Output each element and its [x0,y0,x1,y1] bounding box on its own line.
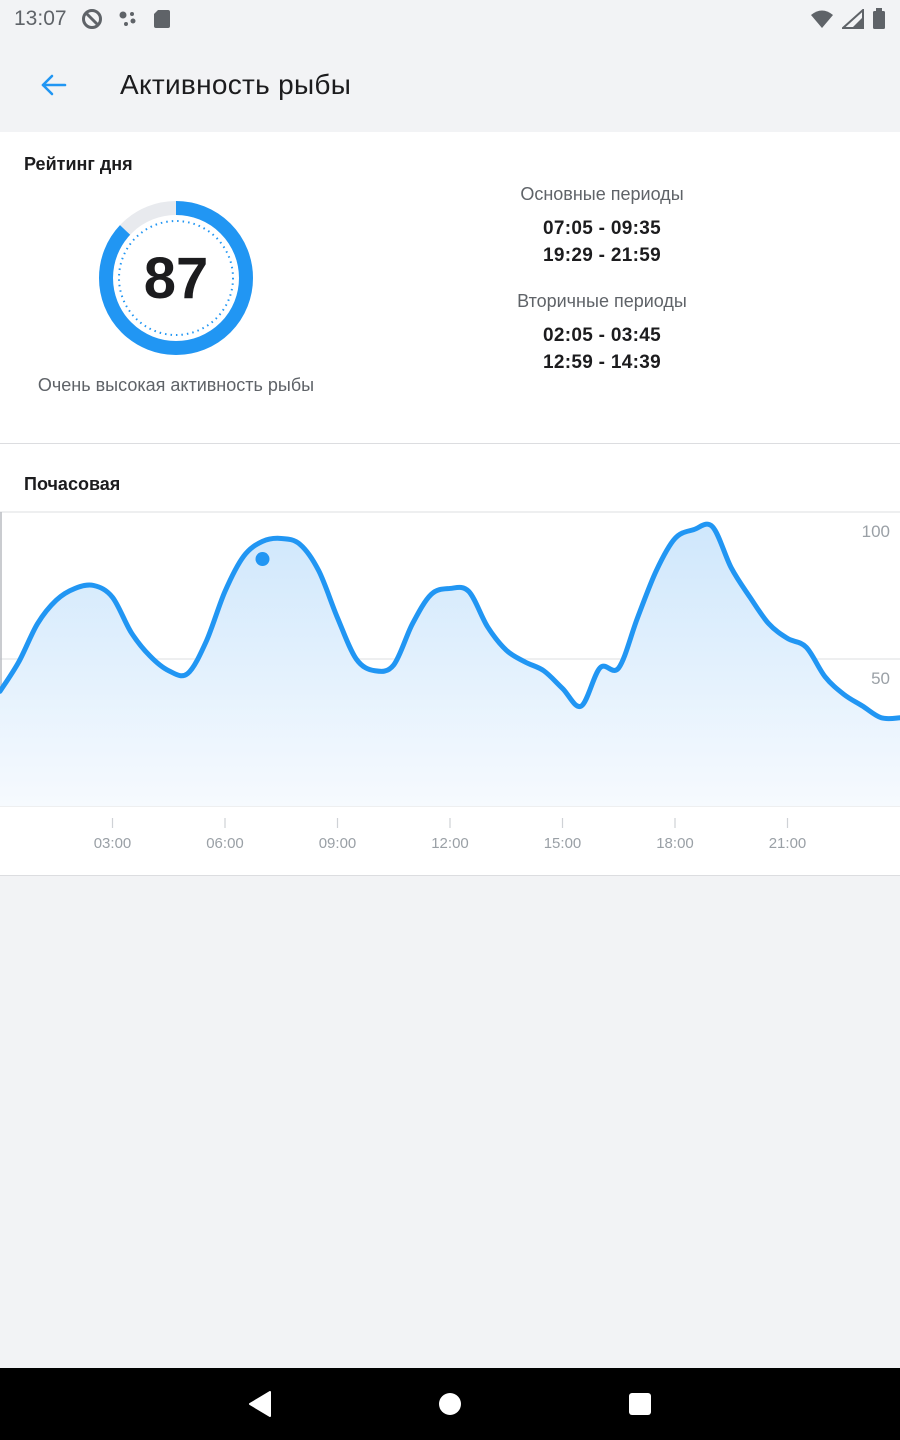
hourly-chart[interactable]: 03:00 06:00 09:00 12:00 15:00 18:00 21:00 100 5… [0,444,900,876]
do-not-disturb-icon [81,8,103,30]
secondary-period-item: 12:59 - 14:39 [543,352,661,373]
secondary-periods: Вторичные периоды 02:05 - 03:45 12:59 - … [452,291,752,376]
rating-section-title: Рейтинг дня [24,154,133,174]
sd-card-icon [153,9,171,29]
app-bar: Активность рыбы [0,38,900,132]
back-button[interactable] [26,57,82,113]
chart-y-tick-label: 100 [862,522,890,541]
chart-x-tick-label: 06:00 [206,835,244,852]
rating-description: Очень высокая активность рыбы [37,375,315,395]
periods-block: Основные периоды 07:05 - 09:35 19:29 - 2… [452,184,752,398]
status-bar: 13:07 [0,0,900,38]
nav-recents-button[interactable] [620,1384,660,1424]
page-title: Активность рыбы [120,69,352,100]
main-period-item: 19:29 - 21:59 [543,245,661,266]
secondary-period-item: 02:05 - 03:45 [543,325,661,346]
back-triangle-icon [249,1391,271,1417]
chart-x-tick-label: 12:00 [431,835,469,852]
rating-card: Рейтинг дня 87 Очень высокая активность … [0,132,900,444]
arrow-left-icon [41,74,67,96]
chart-x-tick-label: 18:00 [656,835,694,852]
main-periods: Основные периоды 07:05 - 09:35 19:29 - 2… [452,184,752,269]
home-circle-icon [439,1393,461,1415]
chart-area-fill [0,524,900,806]
secondary-periods-title: Вторичные периоды [517,291,687,311]
nav-back-button[interactable] [240,1384,280,1424]
recents-square-icon [629,1393,651,1415]
rating-value: 87 [143,245,209,311]
cell-signal-icon [842,9,864,29]
system-nav-bar [0,1368,900,1440]
main-periods-title: Основные периоды [520,184,684,204]
chart-x-tick-label: 15:00 [544,835,582,852]
chart-x-tick-label: 03:00 [94,835,132,852]
nav-home-button[interactable] [430,1384,470,1424]
main-period-item: 07:05 - 09:35 [543,218,661,239]
rating-gauge: 87 [96,198,256,358]
chart-x-tick-label: 09:00 [319,835,357,852]
chart-y-tick-label: 50 [871,669,890,688]
chart-x-tick-label: 21:00 [769,835,807,852]
battery-icon [872,8,886,30]
assistant-dots-icon [117,8,139,30]
hourly-card: Почасовая 03:00 06:00 09:00 12:00 15:00 18:00… [0,444,900,876]
wifi-icon [810,9,834,29]
status-time: 13:07 [14,7,67,30]
chart-highlight-point[interactable] [255,552,270,567]
